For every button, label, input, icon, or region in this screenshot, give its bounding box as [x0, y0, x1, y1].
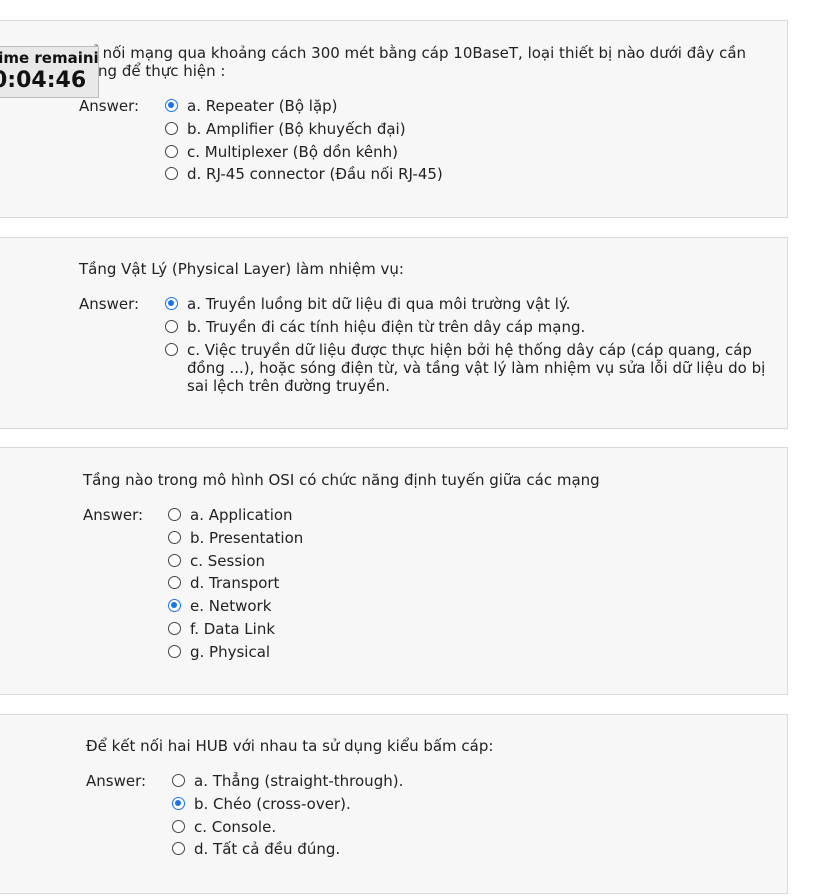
option-label: c. Console. — [194, 817, 277, 836]
radio-button[interactable] — [168, 508, 181, 521]
question-card-3: Tầng nào trong mô hình OSI có chức năng … — [0, 447, 788, 695]
answer-option[interactable]: c. Việc truyền dữ liệu được thực hiện bở… — [165, 341, 783, 395]
answer-label: Answer: — [79, 97, 140, 115]
question-text: Để kết nối hai HUB với nhau ta sử dụng k… — [86, 737, 494, 755]
time-remaining-box: Time remaining 0:04:46 — [0, 46, 99, 98]
quiz-page: Time remaining 0:04:46 Để nối mạng qua k… — [0, 0, 830, 896]
question-text: Tầng Vật Lý (Physical Layer) làm nhiệm v… — [79, 260, 404, 278]
option-label: c. Session — [190, 551, 266, 570]
option-label: d. RJ-45 connector (Đầu nối RJ-45) — [187, 165, 443, 184]
answer-label: Answer: — [86, 772, 147, 790]
option-label: g. Physical — [190, 642, 271, 661]
answer-option[interactable]: c. Console. — [172, 818, 792, 836]
radio-button[interactable] — [168, 644, 181, 658]
answer-options: a. Application b. Presentation c. Sessio… — [168, 506, 788, 666]
option-label: a. Application — [190, 506, 293, 524]
radio-button[interactable] — [172, 819, 185, 833]
option-label: a. Truyền luồng bit dữ liệu đi qua môi t… — [187, 295, 571, 313]
radio-button[interactable] — [165, 319, 178, 333]
radio-button[interactable] — [172, 774, 185, 787]
question-text: Để nối mạng qua khoảng cách 300 mét bằng… — [77, 44, 747, 80]
answer-option[interactable]: f. Data Link — [168, 620, 788, 638]
question-text: Tầng nào trong mô hình OSI có chức năng … — [83, 471, 600, 489]
radio-button[interactable] — [168, 553, 181, 567]
answer-option[interactable]: a. Thẳng (straight-through). — [172, 772, 792, 790]
option-label: d. Tất cả đều đúng. — [194, 840, 341, 859]
answer-option[interactable]: g. Physical — [168, 643, 788, 661]
answer-option[interactable]: a. Application — [168, 506, 788, 524]
radio-button[interactable] — [165, 144, 178, 158]
answer-option[interactable]: b. Amplifier (Bộ khuyếch đại) — [165, 120, 785, 138]
option-label: d. Transport — [190, 574, 280, 593]
answer-option[interactable]: d. RJ-45 connector (Đầu nối RJ-45) — [165, 165, 785, 183]
radio-button[interactable] — [168, 576, 181, 590]
option-label: b. Truyền đi các tính hiệu điện từ trên … — [187, 317, 586, 336]
radio-button[interactable] — [165, 167, 178, 181]
answer-option[interactable]: d. Tất cả đều đúng. — [172, 840, 792, 858]
answer-label: Answer: — [79, 295, 140, 313]
answer-option[interactable]: e. Network — [168, 597, 788, 615]
option-label: e. Network — [190, 597, 272, 616]
answer-option[interactable]: c. Session — [168, 552, 788, 570]
option-label: c. Multiplexer (Bộ dồn kênh) — [187, 142, 398, 161]
question-card-1: Để nối mạng qua khoảng cách 300 mét bằng… — [0, 20, 788, 218]
answer-label: Answer: — [83, 506, 144, 524]
answer-option[interactable]: b. Chéo (cross-over). — [172, 795, 792, 813]
option-label: b. Amplifier (Bộ khuyếch đại) — [187, 119, 406, 138]
radio-button[interactable] — [165, 121, 178, 135]
answer-option[interactable]: a. Repeater (Bộ lặp) — [165, 97, 785, 115]
option-label: b. Presentation — [190, 528, 304, 547]
answer-option[interactable]: d. Transport — [168, 574, 788, 592]
radio-button[interactable] — [168, 530, 181, 544]
answer-option[interactable]: b. Presentation — [168, 529, 788, 547]
question-card-2: Tầng Vật Lý (Physical Layer) làm nhiệm v… — [0, 237, 788, 429]
radio-button[interactable] — [172, 842, 185, 856]
radio-button[interactable] — [165, 342, 178, 356]
question-card-4: Để kết nối hai HUB với nhau ta sử dụng k… — [0, 714, 788, 894]
radio-button-checked[interactable] — [168, 599, 181, 613]
answer-option[interactable]: a. Truyền luồng bit dữ liệu đi qua môi t… — [165, 295, 785, 313]
time-remaining-label: Time remaining — [0, 49, 99, 67]
radio-button-checked[interactable] — [165, 99, 178, 112]
radio-button-checked[interactable] — [165, 297, 178, 310]
radio-button-checked[interactable] — [172, 796, 185, 810]
option-label: a. Repeater (Bộ lặp) — [187, 97, 338, 115]
answer-option[interactable]: c. Multiplexer (Bộ dồn kênh) — [165, 143, 785, 161]
answer-options: a. Repeater (Bộ lặp) b. Amplifier (Bộ kh… — [165, 97, 785, 188]
answer-option[interactable]: b. Truyền đi các tính hiệu điện từ trên … — [165, 318, 785, 336]
radio-button[interactable] — [168, 621, 181, 635]
option-label: c. Việc truyền dữ liệu được thực hiện bở… — [187, 340, 766, 395]
time-remaining-value: 0:04:46 — [0, 68, 87, 93]
answer-options: a. Truyền luồng bit dữ liệu đi qua môi t… — [165, 295, 785, 399]
option-label: f. Data Link — [190, 619, 276, 638]
option-label: a. Thẳng (straight-through). — [194, 772, 404, 790]
option-label: b. Chéo (cross-over). — [194, 794, 351, 813]
answer-options: a. Thẳng (straight-through). b. Chéo (cr… — [172, 772, 792, 863]
